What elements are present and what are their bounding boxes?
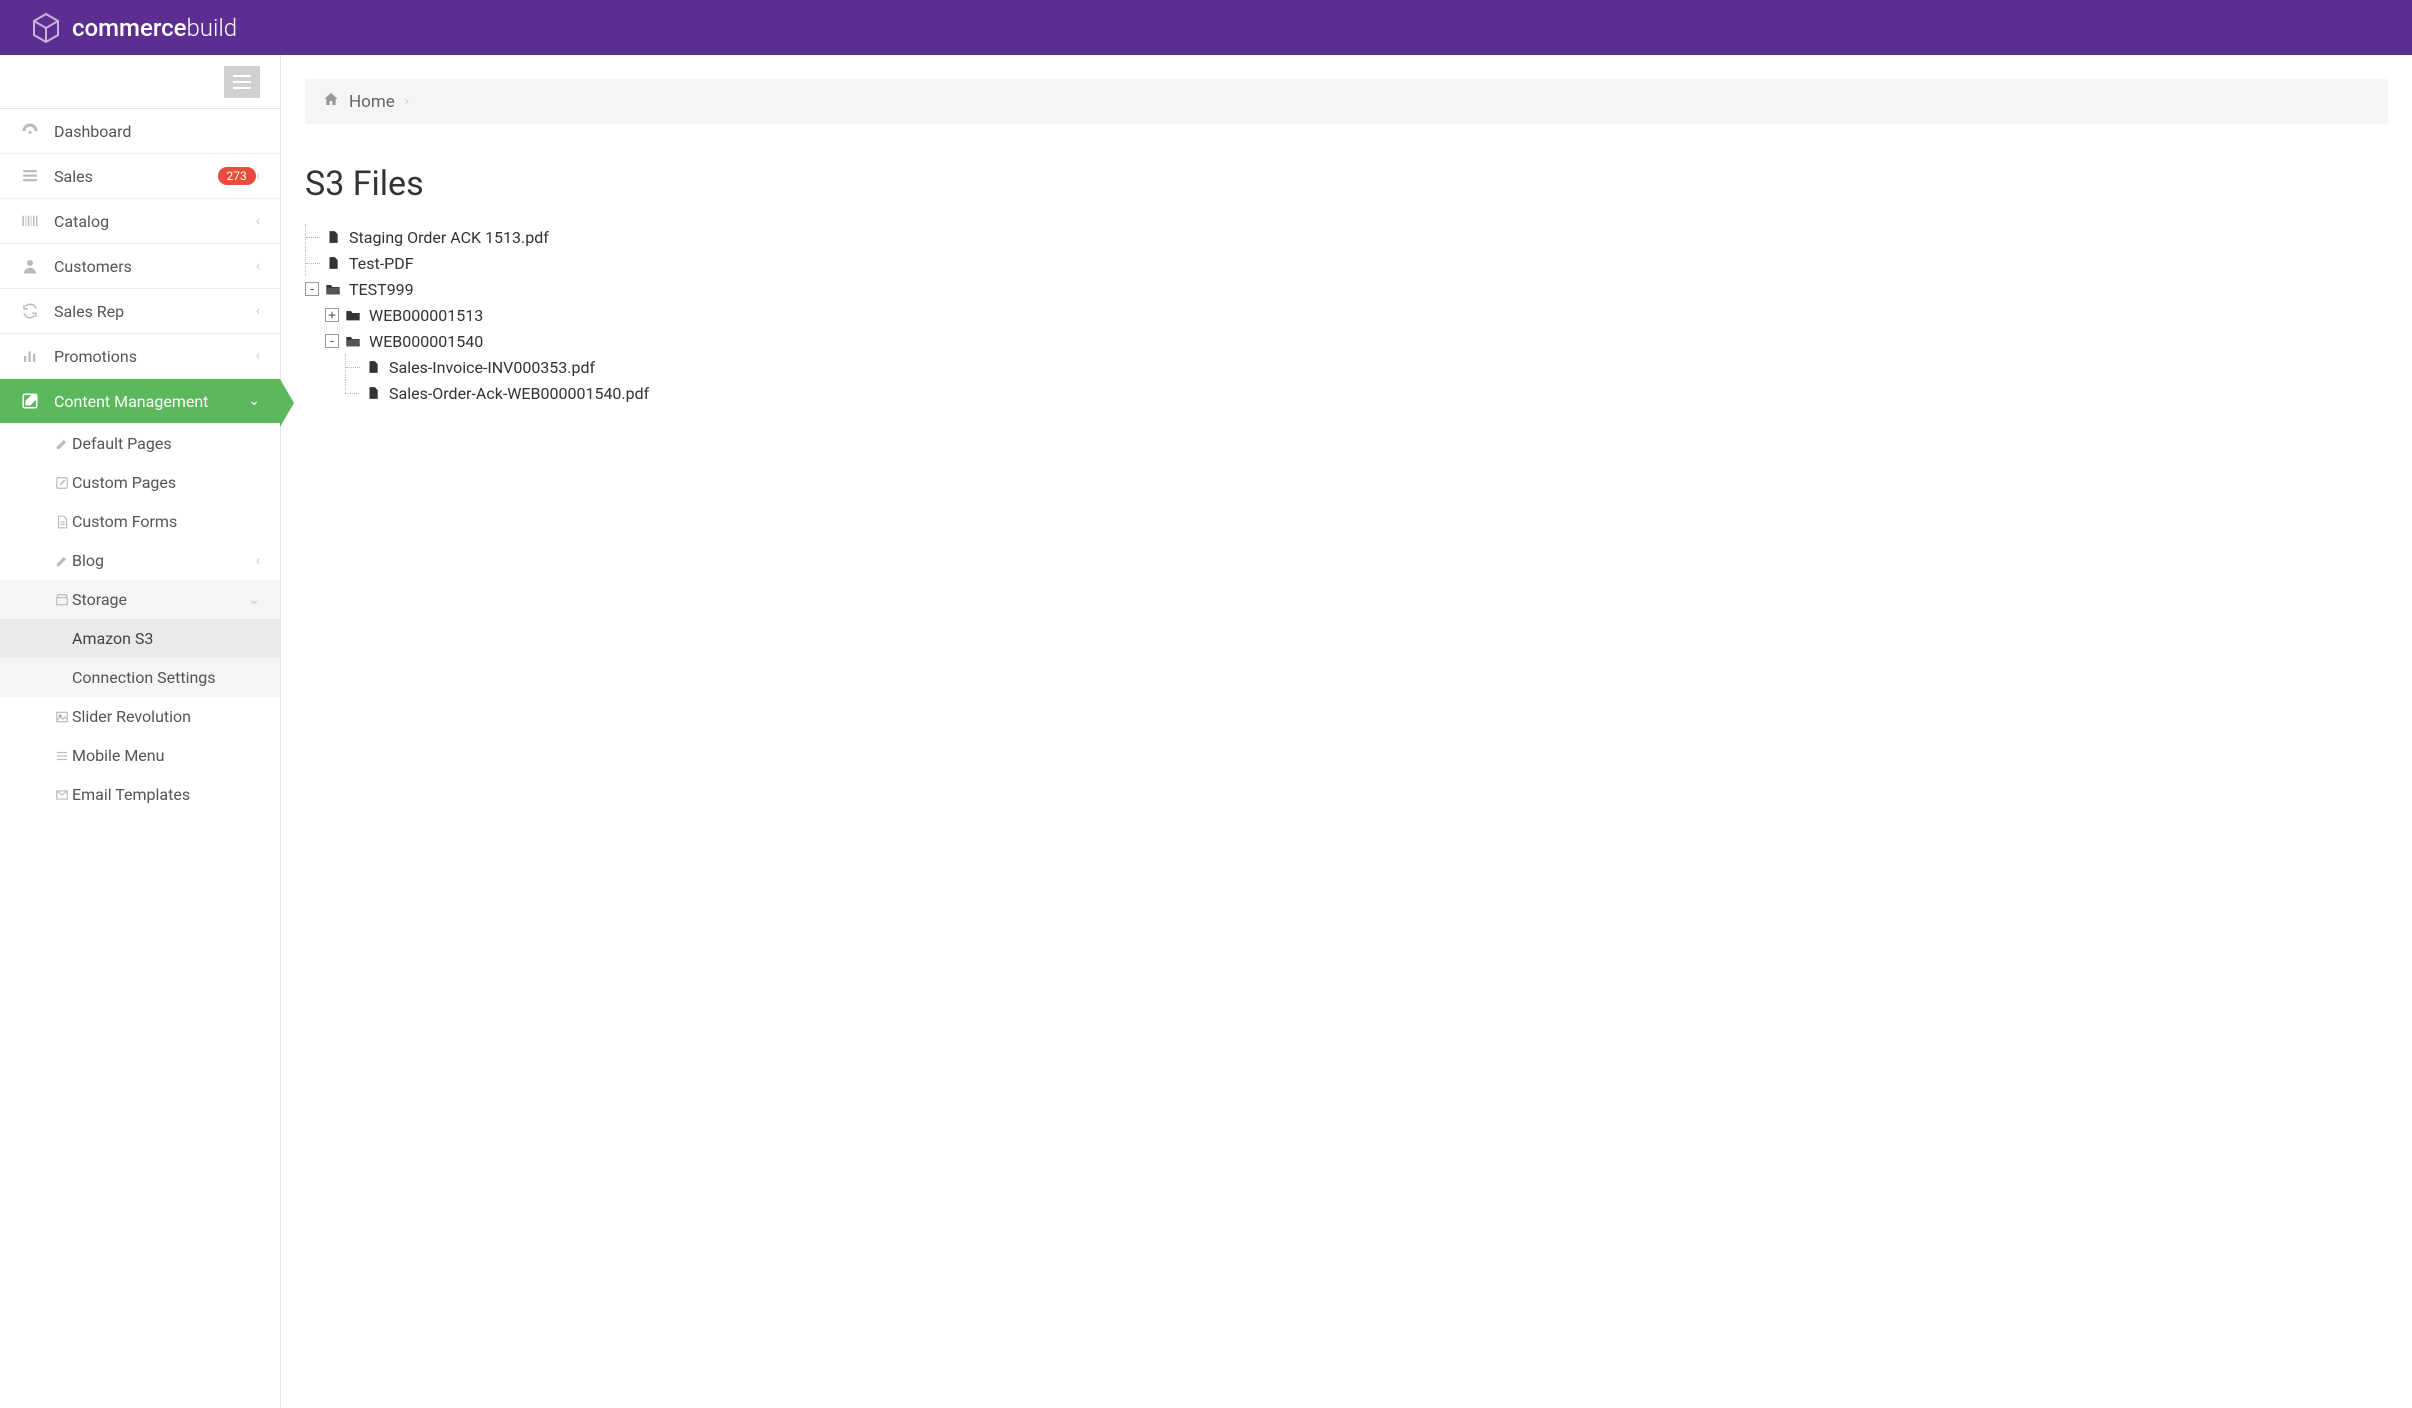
sidebar-toggle-button[interactable] <box>224 66 260 98</box>
folder-open-icon <box>325 281 341 297</box>
mail-icon <box>54 787 70 803</box>
tree-label: Sales-Order-Ack-WEB000001540.pdf <box>389 384 649 403</box>
main-content: Home › S3 Files Staging Order ACK 1513.p… <box>281 55 2412 1408</box>
tree-folder[interactable]: - WEB000001540 <box>305 328 2388 354</box>
nav-label: Promotions <box>54 347 256 366</box>
tree-expand-button[interactable]: + <box>325 308 339 322</box>
sidebar: Dashboard Sales 273 ‹ Catalog ‹ Customer… <box>0 55 281 1408</box>
breadcrumb: Home › <box>305 79 2388 124</box>
box-icon <box>54 592 70 608</box>
tree-file[interactable]: Test-PDF <box>305 250 2388 276</box>
dashboard-icon <box>20 121 40 141</box>
user-icon <box>20 256 40 276</box>
chevron-right-icon: › <box>405 94 409 109</box>
chevron-left-icon: ‹ <box>256 213 260 229</box>
nav-label: Content Management <box>54 392 248 411</box>
subnav-label: Custom Pages <box>54 473 260 492</box>
tree-label: Staging Order ACK 1513.pdf <box>349 228 549 247</box>
chevron-left-icon: ‹ <box>256 303 260 319</box>
square-edit-icon <box>54 475 70 491</box>
chevron-left-icon: ‹ <box>256 348 260 364</box>
nav-label: Catalog <box>54 212 256 231</box>
folder-open-icon <box>345 333 361 349</box>
file-icon <box>365 359 381 375</box>
sidebar-item-dashboard[interactable]: Dashboard <box>0 109 280 154</box>
doc-icon <box>54 514 70 530</box>
file-icon <box>365 385 381 401</box>
pencil-icon <box>54 436 70 452</box>
file-icon <box>325 255 341 271</box>
subnav-mobile-menu[interactable]: Mobile Menu <box>0 736 280 775</box>
tree-collapse-button[interactable]: - <box>325 334 339 348</box>
subnav-custom-pages[interactable]: Custom Pages <box>0 463 280 502</box>
tree-label: WEB000001513 <box>369 306 483 325</box>
edit-icon <box>20 391 40 411</box>
list-icon <box>20 166 40 186</box>
file-icon <box>325 229 341 245</box>
sidebar-item-catalog[interactable]: Catalog ‹ <box>0 199 280 244</box>
subnav-storage[interactable]: Storage ⌄ <box>0 580 280 619</box>
sidebar-item-salesrep[interactable]: Sales Rep ‹ <box>0 289 280 334</box>
brand-logo[interactable]: commercebuild <box>28 10 237 46</box>
barcode-icon <box>20 211 40 231</box>
sales-badge: 273 <box>218 167 256 185</box>
app-header: commercebuild <box>0 0 2412 55</box>
page-title: S3 Files <box>305 164 2388 204</box>
tree-file[interactable]: Sales-Invoice-INV000353.pdf <box>305 354 2388 380</box>
subnav-slider-revolution[interactable]: Slider Revolution <box>0 697 280 736</box>
tree-label: WEB000001540 <box>369 332 483 351</box>
subnav-label: Email Templates <box>54 785 260 804</box>
tree-file[interactable]: Sales-Order-Ack-WEB000001540.pdf <box>305 380 2388 406</box>
subnav-email-templates[interactable]: Email Templates <box>0 775 280 814</box>
nav-label: Customers <box>54 257 256 276</box>
subsubnav-label: Connection Settings <box>72 668 216 687</box>
folder-icon <box>345 307 361 323</box>
chevron-down-icon: ⌄ <box>248 393 260 409</box>
home-icon[interactable] <box>323 91 339 112</box>
nav-label: Sales <box>54 167 210 186</box>
sidebar-top <box>0 55 280 109</box>
content-submenu: Default Pages Custom Pages Custom Forms … <box>0 424 280 814</box>
brand-text: commercebuild <box>72 14 237 42</box>
chevron-left-icon: ‹ <box>256 258 260 274</box>
subnav-label: Custom Forms <box>54 512 260 531</box>
subsubnav-amazon-s3[interactable]: Amazon S3 <box>0 619 280 658</box>
sidebar-item-sales[interactable]: Sales 273 ‹ <box>0 154 280 199</box>
pencil-icon <box>54 553 70 569</box>
nav-label: Sales Rep <box>54 302 256 321</box>
chevron-left-icon: ‹ <box>256 553 260 569</box>
subnav-default-pages[interactable]: Default Pages <box>0 424 280 463</box>
storage-submenu: Amazon S3 Connection Settings <box>0 619 280 697</box>
refresh-icon <box>20 301 40 321</box>
image-icon <box>54 709 70 725</box>
subnav-custom-forms[interactable]: Custom Forms <box>0 502 280 541</box>
subnav-label: Slider Revolution <box>54 707 260 726</box>
tree-label: Sales-Invoice-INV000353.pdf <box>389 358 595 377</box>
nav-label: Dashboard <box>54 122 260 141</box>
sidebar-item-content-management[interactable]: Content Management ⌄ <box>0 379 280 424</box>
menu-icon <box>54 748 70 764</box>
tree-collapse-button[interactable]: - <box>305 282 319 296</box>
subnav-label: Blog <box>54 551 256 570</box>
tree-file[interactable]: Staging Order ACK 1513.pdf <box>305 224 2388 250</box>
subnav-blog[interactable]: Blog ‹ <box>0 541 280 580</box>
tree-label: Test-PDF <box>349 254 414 273</box>
subnav-label: Mobile Menu <box>54 746 260 765</box>
subnav-label: Storage <box>54 590 248 609</box>
file-tree: Staging Order ACK 1513.pdf Test-PDF - TE… <box>305 224 2388 406</box>
chevron-left-icon: ‹ <box>256 168 260 184</box>
breadcrumb-home[interactable]: Home <box>349 92 395 112</box>
cube-icon <box>28 10 64 46</box>
tree-label: TEST999 <box>349 280 414 299</box>
chart-icon <box>20 346 40 366</box>
chevron-down-icon: ⌄ <box>248 592 260 608</box>
tree-folder[interactable]: + WEB000001513 <box>305 302 2388 328</box>
subsubnav-label: Amazon S3 <box>72 629 153 648</box>
tree-folder[interactable]: - TEST999 <box>305 276 2388 302</box>
sidebar-item-promotions[interactable]: Promotions ‹ <box>0 334 280 379</box>
subnav-label: Default Pages <box>54 434 260 453</box>
nav-list: Dashboard Sales 273 ‹ Catalog ‹ Customer… <box>0 109 280 424</box>
subsubnav-connection-settings[interactable]: Connection Settings <box>0 658 280 697</box>
sidebar-item-customers[interactable]: Customers ‹ <box>0 244 280 289</box>
